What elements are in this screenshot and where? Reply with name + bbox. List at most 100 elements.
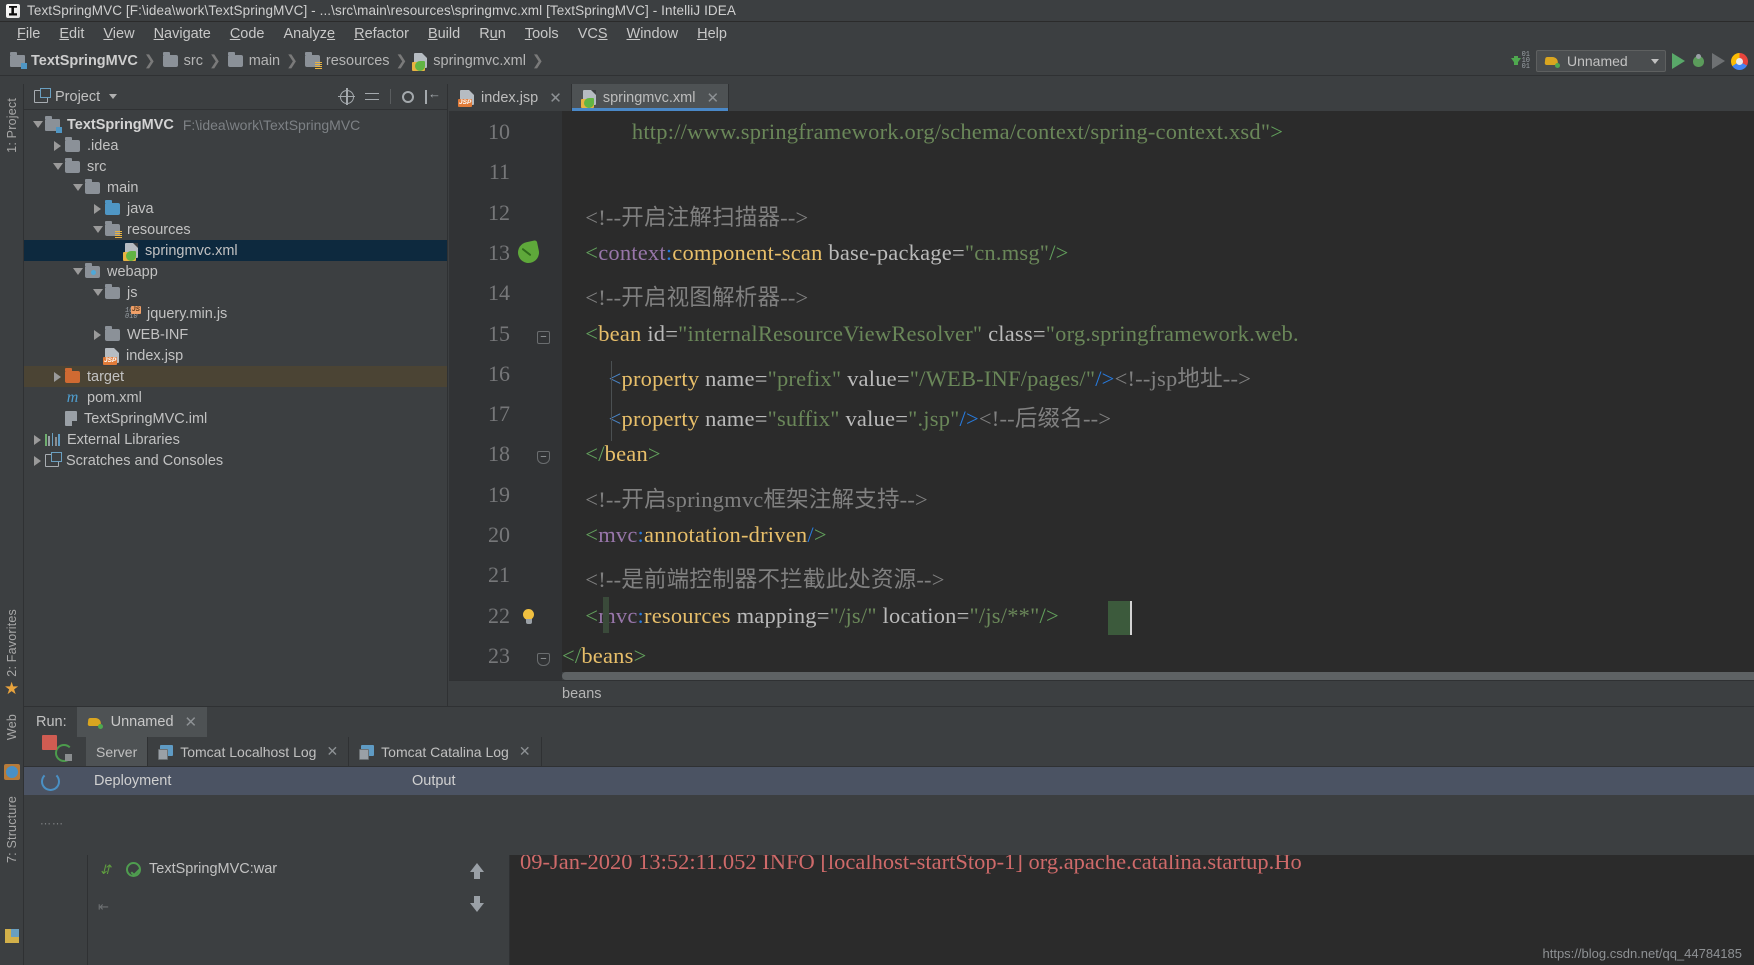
tab-index-jsp[interactable]: JSP index.jsp ✕ (449, 84, 572, 111)
code-line[interactable]: <property name="prefix" value="/WEB-INF/… (562, 361, 1251, 393)
sub-tab-tomcat-catalina-log[interactable]: Tomcat Catalina Log ✕ (349, 737, 542, 766)
twisty-expanded-icon[interactable] (90, 289, 105, 296)
tool-window-structure[interactable]: 7: Structure (5, 796, 19, 867)
stop-icon[interactable] (42, 735, 57, 750)
settings-icon[interactable] (402, 90, 414, 103)
code-line[interactable]: <mvc:resources mapping="/js/" location="… (562, 603, 1059, 629)
run-tab-unnamed[interactable]: Unnamed ✕ (76, 707, 208, 737)
menu-run[interactable]: Run (470, 24, 515, 45)
twisty-expanded-icon[interactable] (50, 163, 65, 170)
code-line[interactable]: </beans> (562, 643, 646, 669)
fold-collapse-icon[interactable]: − (537, 330, 550, 344)
code-line[interactable]: <!--开启springmvc框架注解支持--> (562, 482, 928, 514)
code-line[interactable]: <!--开启视图解析器--> (562, 280, 808, 312)
tree-node-textspringmvc-iml[interactable]: TextSpringMVC.iml (24, 408, 447, 429)
tool-window-favorites[interactable]: 2: Favorites (5, 609, 19, 681)
close-icon[interactable]: ✕ (326, 743, 338, 760)
menu-help[interactable]: Help (688, 24, 736, 45)
run-icon[interactable] (1672, 53, 1685, 69)
tree-node-src[interactable]: src (24, 156, 447, 177)
chevron-down-icon[interactable] (109, 94, 118, 99)
tree-node-webapp[interactable]: webapp (24, 261, 447, 282)
run-configuration-selector[interactable]: Unnamed (1536, 50, 1666, 72)
tab-springmvc-xml[interactable]: springmvc.xml ✕ (571, 84, 730, 111)
twisty-collapsed-icon[interactable] (30, 455, 45, 466)
code-line[interactable]: </bean> (562, 441, 661, 467)
tree-node-java[interactable]: java (24, 198, 447, 219)
twisty-expanded-icon[interactable] (70, 184, 85, 191)
run-with-coverage-icon[interactable] (1712, 53, 1725, 69)
tree-node-scratches-and-consoles[interactable]: Scratches and Consoles (24, 450, 447, 471)
code-line[interactable]: <!--开启注解扫描器--> (562, 200, 808, 232)
close-icon[interactable]: ✕ (706, 89, 719, 107)
horizontal-scrollbar[interactable] (562, 672, 1754, 680)
code-editor[interactable]: 10 11 12 13 14 15 16 17 18 19 20 21 22 23 − − − http://w… (449, 111, 1754, 706)
menu-build[interactable]: Build (419, 24, 469, 45)
twisty-collapsed-icon[interactable] (90, 203, 105, 214)
code-line[interactable]: <bean id="internalResourceViewResolver" … (562, 321, 1299, 347)
twisty-collapsed-icon[interactable] (50, 371, 65, 382)
breadcrumb-springmvc-xml[interactable]: springmvc.xml (412, 53, 528, 71)
tree-node-jquery-min-js[interactable]: 10 010 JS jquery.min.js (24, 303, 447, 324)
breadcrumb-textspringmvc[interactable]: TextSpringMVC (8, 51, 140, 69)
deploy-artifact-icon[interactable]: ⇵ (98, 861, 116, 879)
twisty-expanded-icon[interactable] (70, 268, 85, 275)
tree-node-textspringmvc[interactable]: TextSpringMVC F:\idea\work\TextSpringMVC (24, 114, 447, 135)
menu-edit[interactable]: Edit (50, 24, 93, 45)
menu-view[interactable]: View (94, 24, 143, 45)
menu-navigate[interactable]: Navigate (145, 24, 220, 45)
hide-icon[interactable] (425, 86, 441, 104)
twisty-collapsed-icon[interactable] (50, 140, 65, 151)
tool-window-web[interactable]: Web (5, 714, 19, 744)
close-icon[interactable]: ✕ (185, 713, 198, 731)
code-line[interactable]: <mvc:annotation-driven/> (562, 522, 827, 548)
console-output[interactable]: 09-Jan-2020 13:52:11.052 INFO [localhost… (510, 855, 1754, 965)
web-icon[interactable] (4, 764, 20, 780)
menu-refactor[interactable]: Refactor (345, 24, 418, 45)
editor-gutter[interactable]: 10 11 12 13 14 15 16 17 18 19 20 21 22 23 − − − (449, 111, 562, 706)
collapse-all-icon[interactable] (365, 90, 379, 104)
code-line[interactable]: http://www.springframework.org/schema/co… (562, 119, 1283, 145)
menu-window[interactable]: Window (618, 24, 688, 45)
twisty-collapsed-icon[interactable] (90, 329, 105, 340)
locate-icon[interactable] (338, 87, 355, 105)
deployment-row[interactable]: TextSpringMVC:war (88, 855, 448, 877)
rerun-server-icon[interactable] (40, 771, 60, 791)
menu-analyze[interactable]: Analyze (275, 24, 345, 45)
scroll-up-icon[interactable] (470, 863, 484, 879)
twisty-collapsed-icon[interactable] (30, 434, 45, 445)
menu-file[interactable]: File (8, 24, 49, 45)
structure-icon[interactable] (5, 929, 19, 943)
tree-node-js[interactable]: js (24, 282, 447, 303)
tree-node-springmvc-xml[interactable]: springmvc.xml (24, 240, 447, 261)
close-icon[interactable]: ✕ (519, 743, 531, 760)
fold-collapse-end-icon[interactable]: − (537, 652, 550, 666)
tree-node-resources[interactable]: resources (24, 219, 447, 240)
spring-bean-gutter-icon[interactable] (516, 239, 541, 265)
tree-node-web-inf[interactable]: WEB-INF (24, 324, 447, 345)
breadcrumb-src[interactable]: src (161, 51, 205, 69)
favorites-star-icon[interactable]: ★ (4, 679, 19, 699)
twisty-expanded-icon[interactable] (90, 226, 105, 233)
editor-code-area[interactable]: http://www.springframework.org/schema/co… (562, 111, 1754, 706)
scroll-down-icon[interactable] (470, 896, 484, 912)
close-icon[interactable]: ✕ (549, 89, 562, 107)
debug-icon[interactable] (1691, 53, 1706, 69)
code-line[interactable]: <!--是前端控制器不拦截此处资源--> (562, 562, 945, 594)
tree-node-main[interactable]: main (24, 177, 447, 198)
breadcrumb-main[interactable]: main (226, 51, 282, 69)
tree-node-index-jsp[interactable]: JSP index.jsp (24, 345, 447, 366)
code-line[interactable]: <property name="suffix" value=".jsp"/><!… (562, 401, 1111, 433)
sub-tab-tomcat-localhost-log[interactable]: Tomcat Localhost Log ✕ (148, 737, 350, 766)
sub-tab-server[interactable]: Server (86, 737, 149, 766)
undeploy-artifact-icon[interactable]: ⇤ (98, 899, 116, 917)
chrome-icon[interactable] (1731, 52, 1748, 70)
breadcrumb-resources[interactable]: resources (303, 51, 392, 69)
tree-node-idea[interactable]: .idea (24, 135, 447, 156)
menu-code[interactable]: Code (221, 24, 274, 45)
code-line[interactable]: <context:component-scan base-package="cn… (562, 240, 1069, 266)
update-running-app-icon[interactable]: 01 10 01 (1510, 52, 1530, 71)
tree-node-external-libraries[interactable]: External Libraries (24, 429, 447, 450)
menu-tools[interactable]: Tools (516, 24, 568, 45)
fold-collapse-end-icon[interactable]: − (537, 451, 550, 465)
